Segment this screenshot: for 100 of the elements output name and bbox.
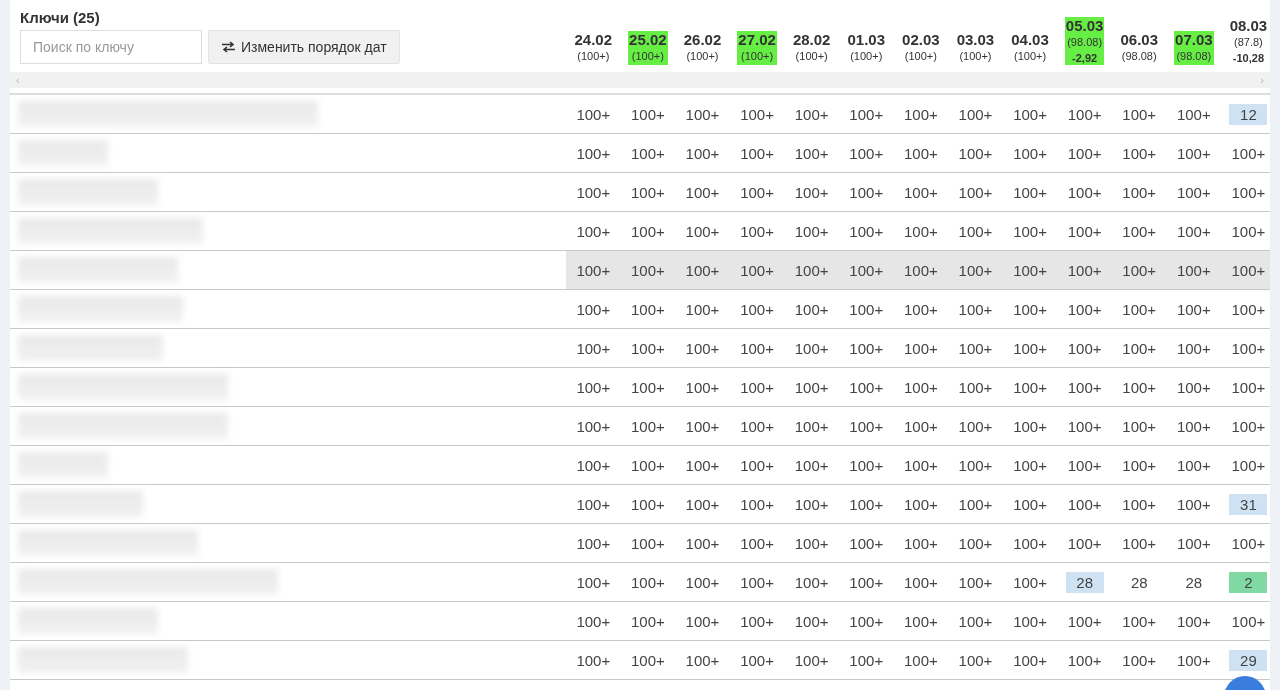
- position-cell-text: 100+: [848, 494, 885, 515]
- position-cell-text: 100+: [793, 650, 830, 671]
- position-cell-text: 100+: [684, 572, 721, 593]
- position-cell-text: 100+: [1121, 260, 1158, 281]
- position-cell-text: 100+: [684, 182, 721, 203]
- position-cell-text: 100+: [575, 572, 612, 593]
- position-cell-text: 100+: [575, 533, 612, 554]
- position-cell-text: 100+: [957, 533, 994, 554]
- position-cell-text: 100+: [630, 611, 666, 632]
- position-cell-text: 100+: [575, 377, 612, 398]
- position-cell-text: 100+: [1066, 221, 1103, 242]
- position-cell-text: 100+: [957, 182, 994, 203]
- position-cell-text: 100+: [630, 533, 666, 554]
- position-cell-text: 100+: [1012, 533, 1048, 554]
- position-cell-text: 100+: [957, 104, 994, 125]
- position-cell-text: 100+: [1230, 377, 1267, 398]
- position-cell-text: 100+: [1230, 143, 1267, 164]
- position-cell-text: 28: [1129, 572, 1149, 593]
- date-position: (87.8): [1234, 35, 1263, 50]
- position-cell-text: 100+: [1066, 143, 1103, 164]
- position-cell-text: 100+: [848, 299, 885, 320]
- date-label: 05.03: [1065, 17, 1104, 34]
- swap-arrows-icon: [221, 41, 236, 53]
- position-cell-text: 100+: [1066, 299, 1103, 320]
- position-cell-text: 100+: [1230, 533, 1267, 554]
- position-cell-text: 100+: [1121, 182, 1158, 203]
- position-cell-text: 100+: [1012, 416, 1048, 437]
- position-cell-text: 100+: [1175, 104, 1212, 125]
- position-cell-text: 100+: [1175, 182, 1212, 203]
- date-position: (100+): [1014, 49, 1047, 64]
- position-cell-text: 100+: [1230, 416, 1267, 437]
- position-cell-text: 100+: [739, 611, 775, 632]
- search-field[interactable]: Поиск по ключу: [20, 30, 202, 64]
- position-cell-text: 100+: [957, 494, 994, 515]
- position-cell-text: 100+: [684, 494, 721, 515]
- date-position: (100+): [850, 49, 883, 64]
- position-cell-text: 100+: [739, 533, 775, 554]
- position-cell-text: 100+: [575, 299, 612, 320]
- position-cell-text: 100+: [575, 260, 612, 281]
- position-cell-text: 100+: [902, 377, 939, 398]
- position-cell-text: 100+: [1012, 611, 1048, 632]
- position-cell-text: 100+: [957, 455, 994, 476]
- position-cell-text: 100+: [848, 377, 885, 398]
- date-position: (98.08): [1067, 35, 1103, 50]
- reorder-dates-button[interactable]: Изменить порядок дат: [208, 30, 400, 64]
- position-cell-text: 100+: [1012, 338, 1048, 359]
- position-cell-text: 100+: [1175, 533, 1212, 554]
- position-cell-text: 100+: [630, 650, 666, 671]
- position-cell-text: 100+: [630, 416, 666, 437]
- position-cell-text: 100+: [848, 338, 885, 359]
- position-cell-text: 100+: [739, 260, 775, 281]
- scroll-right-arrow[interactable]: ›: [1260, 74, 1264, 86]
- position-cell-text: 100+: [1066, 377, 1103, 398]
- position-cell-text: 100+: [630, 494, 666, 515]
- position-cell-text: 100+: [1121, 533, 1158, 554]
- position-cell-text: 100+: [957, 260, 994, 281]
- horizontal-scrollbar[interactable]: ‹ ›: [10, 72, 1270, 88]
- position-cell-text: 100+: [684, 299, 721, 320]
- scroll-left-arrow[interactable]: ‹: [16, 74, 20, 86]
- position-cell-text: 100+: [1066, 533, 1103, 554]
- position-cell-text: 100+: [848, 572, 885, 593]
- date-position: (98.08): [1176, 49, 1212, 64]
- position-cell-text: 100+: [630, 299, 666, 320]
- position-cell-text: 100+: [575, 104, 612, 125]
- position-cell-text: 100+: [957, 338, 994, 359]
- date-position: (100+): [741, 49, 774, 64]
- position-cell-text: 100+: [1121, 221, 1158, 242]
- position-cell-text: 100+: [848, 221, 885, 242]
- position-cell-text: 100+: [630, 260, 666, 281]
- position-cell-text: 100+: [684, 650, 721, 671]
- position-cell-text: 100+: [793, 260, 830, 281]
- position-change: -10,28: [1232, 51, 1264, 65]
- position-cell: 12: [1229, 103, 1268, 125]
- position-cell-text: 100+: [848, 533, 885, 554]
- position-cell-text: 100+: [902, 494, 939, 515]
- position-cell-text: 100+: [575, 221, 612, 242]
- position-cell-text: 100+: [739, 182, 775, 203]
- date-label: 02.03: [902, 31, 940, 48]
- position-cell-text: 100+: [957, 221, 994, 242]
- position-cell-text: 100+: [793, 338, 830, 359]
- position-cell-text: 100+: [739, 416, 775, 437]
- position-cell-text: 100+: [739, 650, 775, 671]
- position-cell-text: 100+: [1121, 377, 1158, 398]
- date-label: 01.03: [847, 31, 886, 48]
- position-cell-text: 100+: [1012, 104, 1048, 125]
- position-cell-text: 100+: [684, 533, 721, 554]
- position-cell-text: 100+: [1175, 650, 1212, 671]
- position-cell-text: 100+: [848, 416, 885, 437]
- position-cell: 2: [1229, 571, 1268, 593]
- position-cell-text: 100+: [1066, 182, 1103, 203]
- position-cell-text: 100+: [1175, 143, 1212, 164]
- date-position: (98.08): [1121, 49, 1157, 64]
- position-cell-text: 100+: [793, 221, 830, 242]
- position-cell-text: 100+: [575, 611, 612, 632]
- position-cell-text: 100+: [902, 338, 939, 359]
- position-cell-text: 100+: [1012, 455, 1048, 476]
- date-position: (100+): [959, 49, 992, 64]
- position-cell-text: 100+: [739, 455, 775, 476]
- date-position: (100+): [631, 49, 664, 64]
- date-position: (100+): [795, 49, 828, 64]
